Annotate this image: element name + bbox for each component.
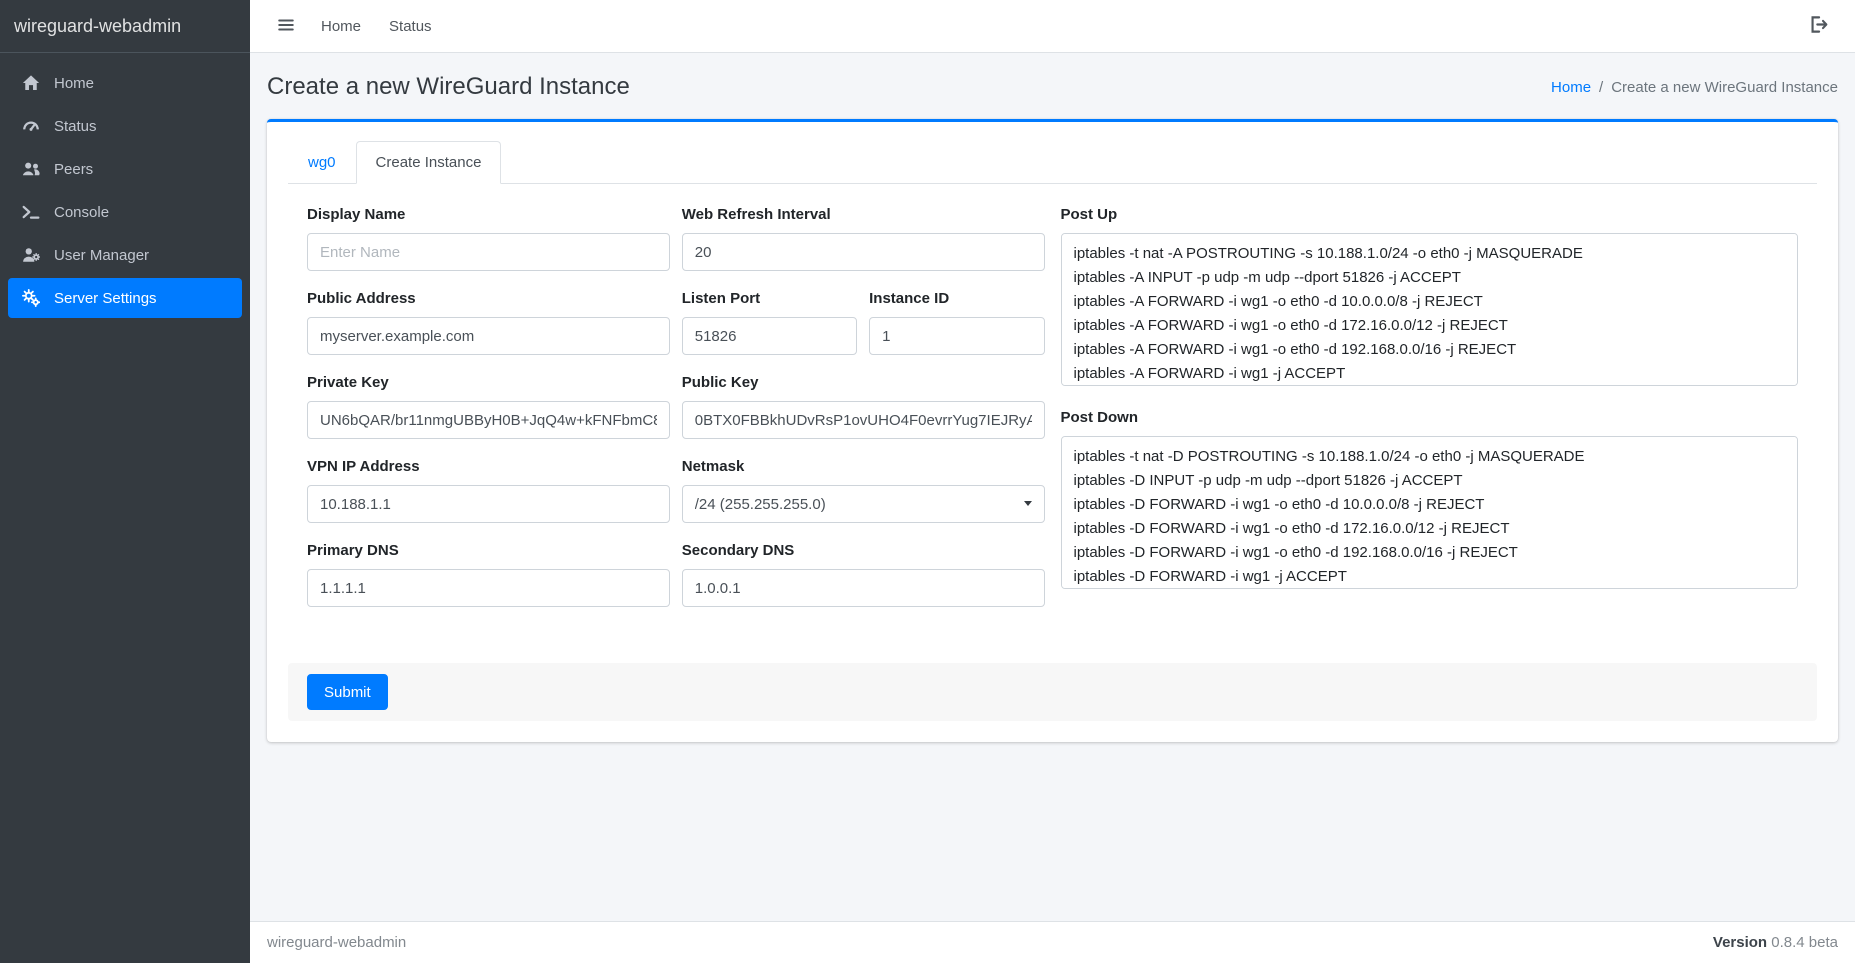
sidebar-item-peers[interactable]: Peers xyxy=(8,149,242,189)
footer-brand: wireguard-webadmin xyxy=(267,934,406,951)
instance-id-label: Instance ID xyxy=(869,290,1044,307)
main-wrapper: Home Status Create a new WireGuard Insta… xyxy=(250,0,1855,963)
sidebar-item-label: Console xyxy=(54,204,109,221)
footer-version-value: 0.8.4 beta xyxy=(1771,934,1838,951)
secondary-dns-input[interactable] xyxy=(682,569,1045,607)
listen-port-label: Listen Port xyxy=(682,290,857,307)
sidebar: wireguard-webadmin Home Status Peers Con… xyxy=(0,0,250,963)
post-up-label: Post Up xyxy=(1061,206,1799,223)
vpn-ip-label: VPN IP Address xyxy=(307,458,670,475)
sidebar-item-label: Status xyxy=(54,118,97,135)
main-footer: wireguard-webadmin Version 0.8.4 beta xyxy=(250,921,1855,963)
sidebar-item-server-settings[interactable]: Server Settings xyxy=(8,278,242,318)
navbar-link-home[interactable]: Home xyxy=(309,10,373,43)
primary-dns-label: Primary DNS xyxy=(307,542,670,559)
form-left-column: Display Name Web Refresh Interval xyxy=(307,206,1045,626)
bars-icon xyxy=(277,16,295,37)
display-name-label: Display Name xyxy=(307,206,670,223)
instance-id-input[interactable] xyxy=(869,317,1044,355)
public-key-label: Public Key xyxy=(682,374,1045,391)
sidebar-toggle-button[interactable] xyxy=(267,8,305,45)
sidebar-item-home[interactable]: Home xyxy=(8,63,242,103)
breadcrumb-separator: / xyxy=(1599,79,1603,96)
instance-tabs: wg0 Create Instance xyxy=(288,141,1817,184)
gauge-icon xyxy=(20,117,42,135)
form-right-column: Post Up iptables -t nat -A POSTROUTING -… xyxy=(1061,206,1799,626)
private-key-input[interactable] xyxy=(307,401,670,439)
logout-button[interactable] xyxy=(1799,7,1838,45)
breadcrumb-current: Create a new WireGuard Instance xyxy=(1611,79,1838,96)
content-area: Create a new WireGuard Instance Home / C… xyxy=(250,53,1855,921)
tab-create-instance[interactable]: Create Instance xyxy=(356,141,502,184)
primary-dns-input[interactable] xyxy=(307,569,670,607)
post-down-label: Post Down xyxy=(1061,409,1799,426)
form-footer-strip: Submit xyxy=(288,663,1817,721)
secondary-dns-label: Secondary DNS xyxy=(682,542,1045,559)
instance-card: wg0 Create Instance Display Name xyxy=(267,119,1838,742)
create-instance-form: Display Name Web Refresh Interval xyxy=(288,184,1817,626)
gears-icon xyxy=(20,289,42,307)
footer-version: Version 0.8.4 beta xyxy=(1713,934,1838,951)
sidebar-item-user-manager[interactable]: User Manager xyxy=(8,235,242,275)
display-name-input[interactable] xyxy=(307,233,670,271)
breadcrumb: Home / Create a new WireGuard Instance xyxy=(1551,79,1838,96)
top-navbar: Home Status xyxy=(250,0,1855,53)
users-icon xyxy=(20,160,42,178)
terminal-icon xyxy=(20,203,42,221)
post-down-textarea[interactable]: iptables -t nat -D POSTROUTING -s 10.188… xyxy=(1061,436,1799,589)
sidebar-item-label: Home xyxy=(54,75,94,92)
sidebar-item-console[interactable]: Console xyxy=(8,192,242,232)
public-address-input[interactable] xyxy=(307,317,670,355)
public-key-input[interactable] xyxy=(682,401,1045,439)
navbar-link-status[interactable]: Status xyxy=(377,10,444,43)
listen-port-input[interactable] xyxy=(682,317,857,355)
netmask-select[interactable]: /24 (255.255.255.0) xyxy=(682,485,1045,523)
breadcrumb-home-link[interactable]: Home xyxy=(1551,79,1591,96)
instance-card-body: wg0 Create Instance Display Name xyxy=(267,122,1838,742)
sidebar-item-label: User Manager xyxy=(54,247,149,264)
web-refresh-interval-input[interactable] xyxy=(682,233,1045,271)
content-header: Create a new WireGuard Instance Home / C… xyxy=(267,73,1838,101)
vpn-ip-input[interactable] xyxy=(307,485,670,523)
logout-icon xyxy=(1809,15,1828,37)
page-title: Create a new WireGuard Instance xyxy=(267,73,630,101)
tab-wg0[interactable]: wg0 xyxy=(288,141,356,184)
netmask-label: Netmask xyxy=(682,458,1045,475)
footer-version-label: Version xyxy=(1713,934,1767,951)
user-gear-icon xyxy=(20,246,42,264)
public-address-label: Public Address xyxy=(307,290,670,307)
post-up-textarea[interactable]: iptables -t nat -A POSTROUTING -s 10.188… xyxy=(1061,233,1799,386)
sidebar-brand[interactable]: wireguard-webadmin xyxy=(0,0,250,53)
web-refresh-interval-label: Web Refresh Interval xyxy=(682,206,1045,223)
sidebar-item-status[interactable]: Status xyxy=(8,106,242,146)
sidebar-item-label: Peers xyxy=(54,161,93,178)
sidebar-nav: Home Status Peers Console User Manager S… xyxy=(0,53,250,328)
sidebar-item-label: Server Settings xyxy=(54,290,157,307)
netmask-select-wrap: /24 (255.255.255.0) xyxy=(682,485,1045,523)
private-key-label: Private Key xyxy=(307,374,670,391)
home-icon xyxy=(20,74,42,92)
submit-button[interactable]: Submit xyxy=(307,674,388,710)
